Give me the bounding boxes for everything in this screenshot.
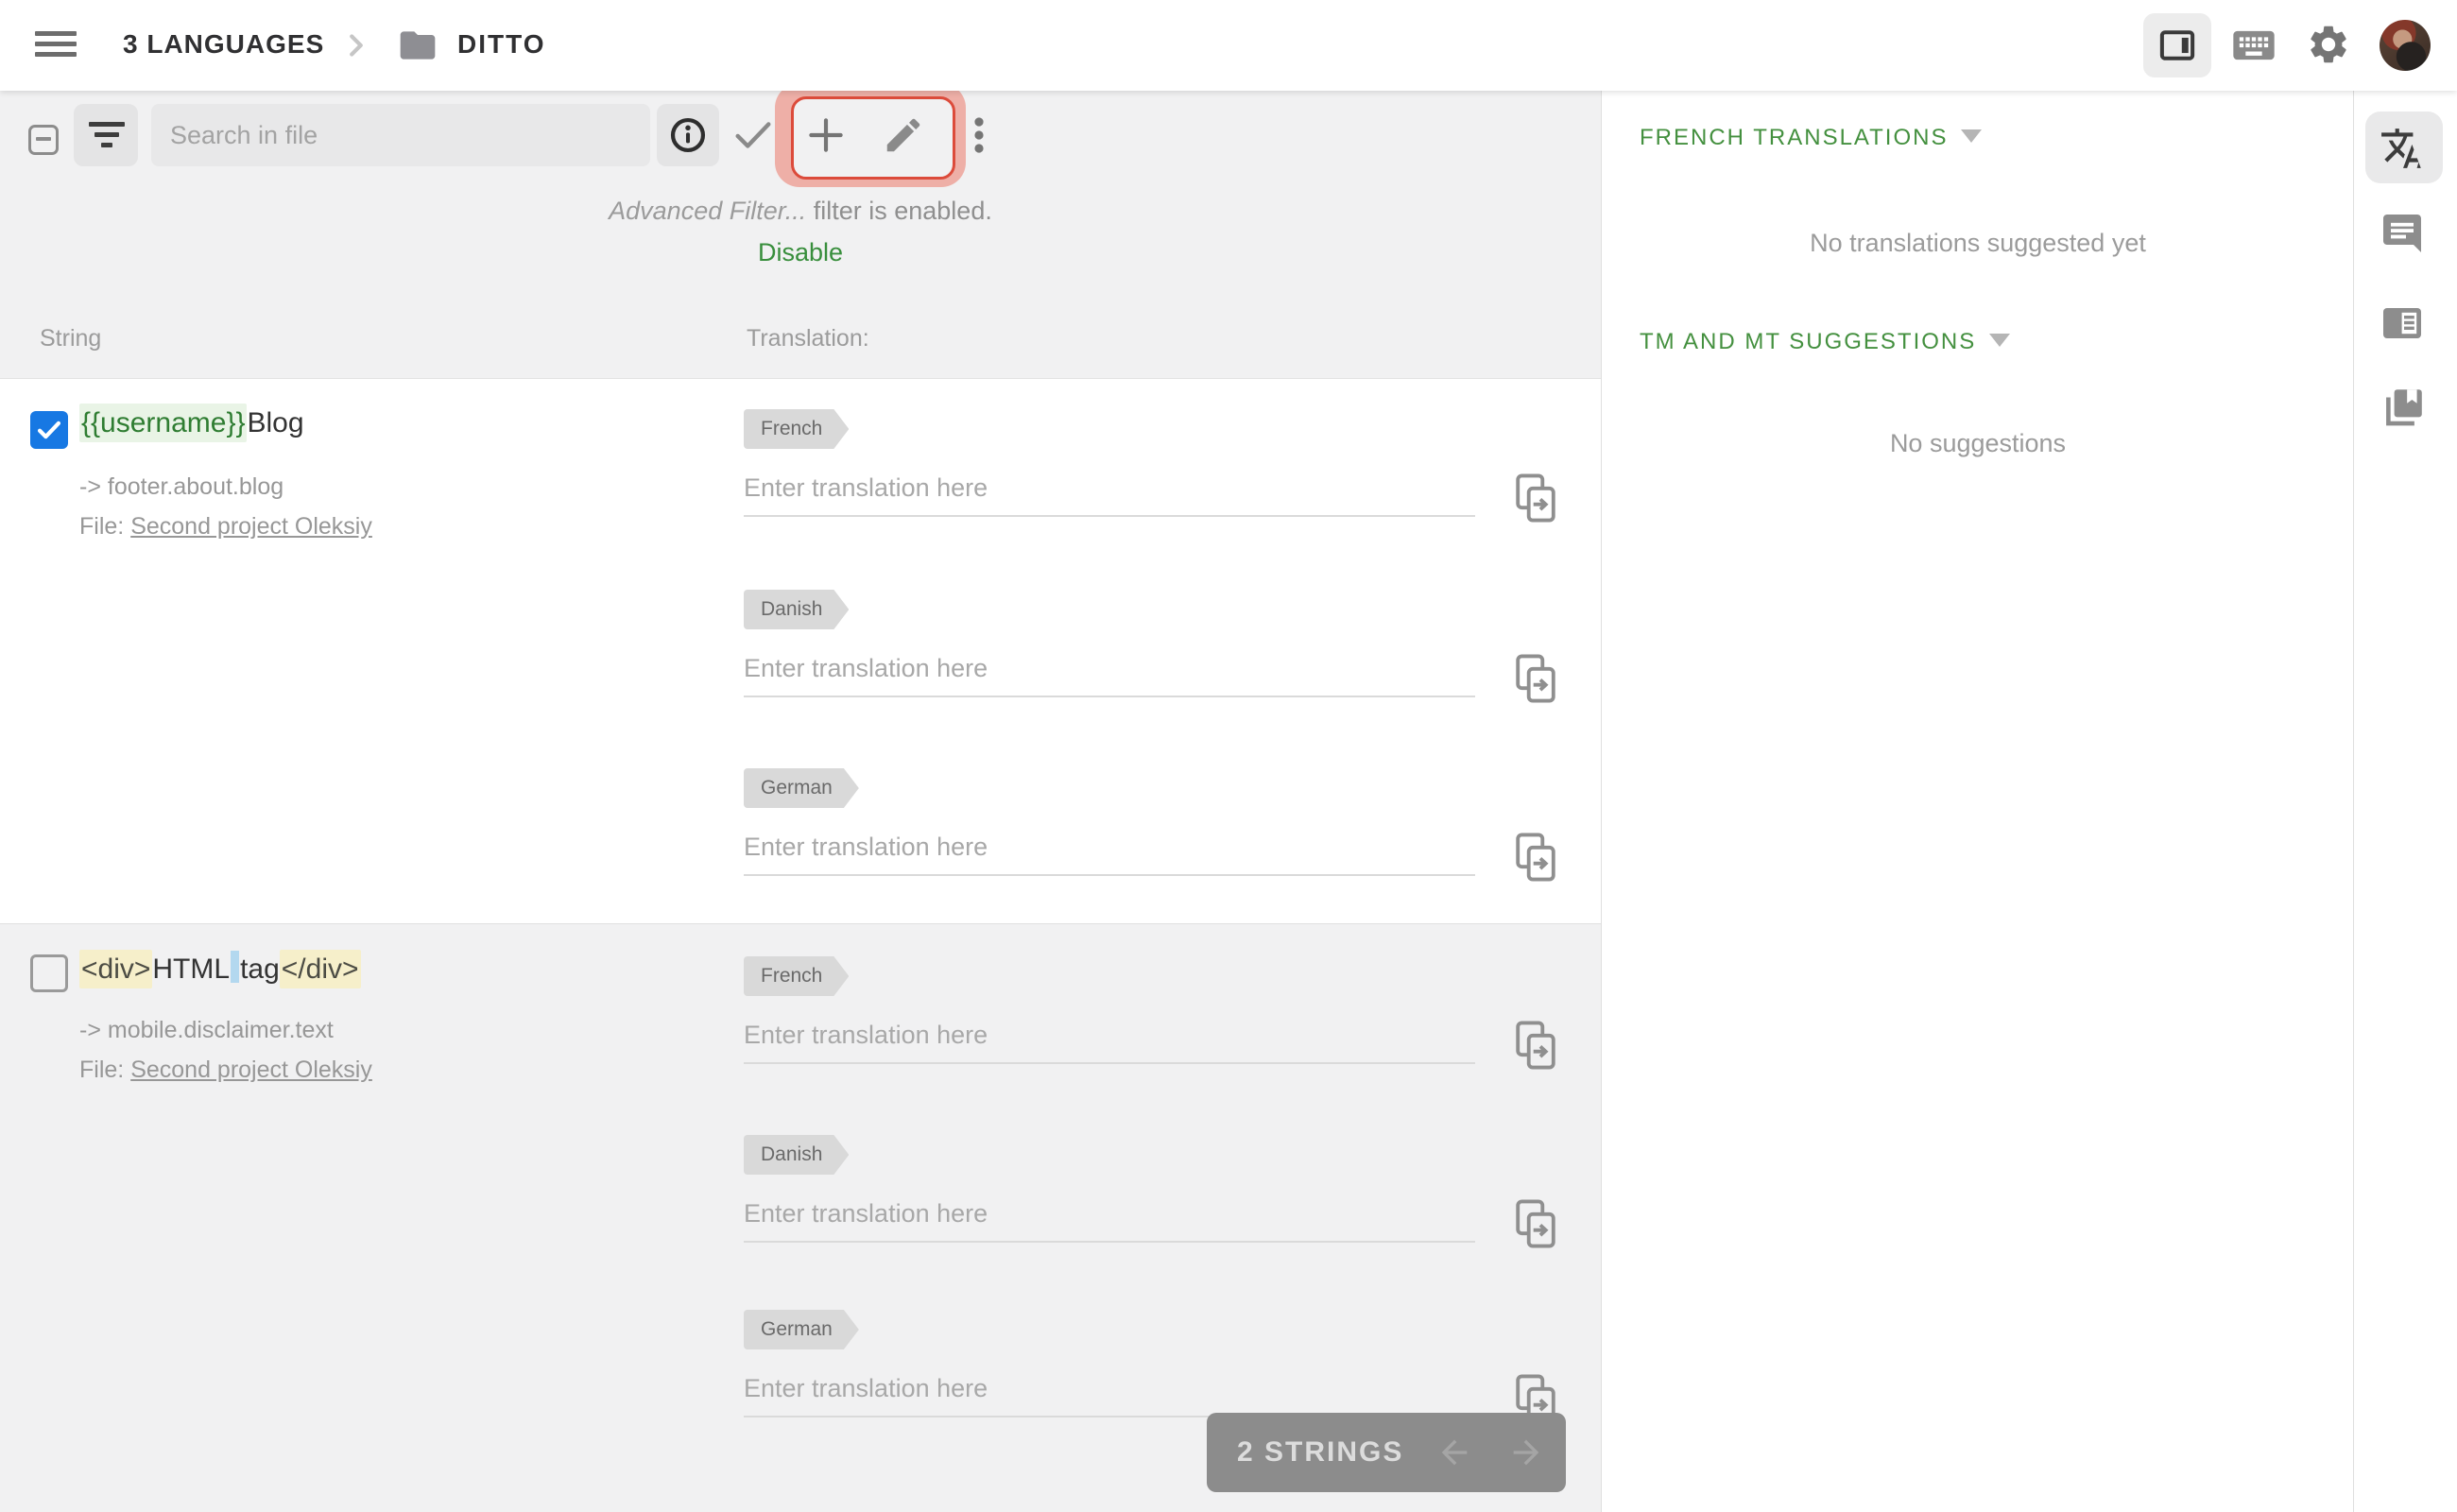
collapse-triangle-icon (1989, 334, 2011, 347)
language-tag-french: French (744, 956, 849, 996)
breadcrumb-root[interactable]: 3 LANGUAGES (123, 29, 324, 60)
string-key-path: -> mobile.disclaimer.text (79, 1017, 334, 1043)
string-file-info: File: Second project Oleksiy (79, 513, 372, 541)
file-label: File: (79, 513, 125, 540)
html-tag-token: <div> (79, 950, 153, 988)
edit-string-button[interactable] (882, 113, 925, 162)
panel-layout-icon (2159, 30, 2195, 60)
language-tag-danish: Danish (744, 1135, 849, 1175)
string-file-info: File: Second project Oleksiy (79, 1057, 372, 1084)
string-text: HTML (152, 954, 231, 985)
filter-name: Advanced Filter... (609, 197, 807, 225)
source-string[interactable]: {{username}}Blog (79, 404, 304, 442)
chevron-right-icon (338, 27, 374, 68)
empty-suggestions-message: No suggestions (1889, 429, 2067, 457)
keyboard-icon[interactable] (2229, 21, 2278, 75)
filter-icon (89, 122, 125, 153)
filter-message: filter is enabled. (806, 197, 992, 225)
section-header-translations[interactable]: FRENCH TRANSLATIONS (1640, 125, 1983, 151)
copy-source-button[interactable] (1514, 652, 1557, 705)
more-options-button[interactable] (964, 112, 994, 163)
menu-icon[interactable] (35, 31, 77, 60)
translation-column-header: Translation: (747, 325, 869, 352)
section-title: TM AND MT SUGGESTIONS (1640, 329, 1977, 354)
folder-icon (395, 25, 440, 71)
copy-source-button[interactable] (1514, 1019, 1557, 1072)
translation-input-danish[interactable] (744, 1186, 1475, 1243)
copy-source-button[interactable] (1514, 831, 1557, 884)
main-content: Advanced Filter... filter is enabled. Di… (0, 83, 1601, 1512)
row-checkbox-unchecked[interactable] (30, 954, 68, 992)
empty-translations-message: No translations suggested yet (1810, 229, 2146, 257)
file-link[interactable]: Second project Oleksiy (130, 513, 372, 540)
string-column-header: String (40, 325, 102, 352)
translate-tool-button[interactable] (2380, 125, 2427, 177)
file-link[interactable]: Second project Oleksiy (130, 1057, 372, 1083)
suggestions-panel: FRENCH TRANSLATIONS No translations sugg… (1601, 91, 2353, 1512)
language-tag-german: German (744, 768, 859, 808)
copy-source-button[interactable] (1514, 1197, 1557, 1250)
file-label: File: (79, 1057, 125, 1083)
source-string[interactable]: <div>HTML tag</div> (79, 950, 361, 988)
filter-button[interactable] (74, 104, 138, 166)
app-root: 3 LANGUAGES DITTO Search in file Advance… (0, 0, 2457, 1512)
approve-check-button[interactable] (731, 113, 775, 162)
language-tag-french: French (744, 409, 849, 449)
copy-source-button[interactable] (1514, 472, 1557, 524)
translation-input-french[interactable] (744, 460, 1475, 517)
right-tool-strip (2353, 91, 2457, 1512)
strings-count-label: 2 STRINGS (1237, 1436, 1404, 1468)
html-tag-token: </div> (279, 950, 361, 988)
reader-tool-button[interactable] (2380, 301, 2425, 351)
section-header-tm-mt[interactable]: TM AND MT SUGGESTIONS (1640, 329, 2011, 355)
bookmarks-tool-button[interactable] (2380, 385, 2427, 437)
info-icon (670, 117, 706, 153)
add-string-button[interactable] (802, 112, 850, 163)
string-key-path: -> footer.about.blog (79, 473, 284, 500)
language-tag-german: German (744, 1310, 859, 1349)
comments-tool-button[interactable] (2380, 211, 2425, 261)
placeholder-token: {{username}} (79, 404, 248, 442)
row-checkbox-checked[interactable] (30, 411, 68, 449)
filter-notice: Advanced Filter... filter is enabled. (0, 197, 1601, 226)
section-title: FRENCH TRANSLATIONS (1640, 125, 1949, 150)
translation-input-danish[interactable] (744, 641, 1475, 697)
string-row: {{username}}Blog -> footer.about.blog Fi… (0, 379, 1601, 923)
next-page-button[interactable] (1507, 1434, 1545, 1476)
strings-count-bar: 2 STRINGS (1207, 1413, 1566, 1492)
search-input[interactable] (151, 104, 650, 166)
collapse-triangle-icon (1961, 129, 1983, 143)
info-button[interactable] (657, 104, 719, 166)
user-avatar[interactable] (2380, 20, 2431, 71)
breadcrumb-current: DITTO (457, 29, 546, 59)
previous-page-button[interactable] (1435, 1434, 1473, 1476)
translation-input-german[interactable] (744, 1361, 1475, 1418)
top-bar: 3 LANGUAGES DITTO (0, 0, 2457, 91)
side-panel-toggle-button[interactable] (2143, 13, 2211, 77)
disable-filter-link[interactable]: Disable (0, 238, 1601, 267)
language-tag-danish: Danish (744, 590, 849, 629)
translation-input-french[interactable] (744, 1007, 1475, 1064)
string-text: Blog (247, 407, 304, 438)
translation-input-german[interactable] (744, 819, 1475, 876)
string-text: tag (240, 954, 280, 985)
select-all-checkbox[interactable] (28, 125, 59, 155)
whitespace-marker (231, 951, 240, 983)
settings-gear-icon[interactable] (2306, 22, 2351, 72)
